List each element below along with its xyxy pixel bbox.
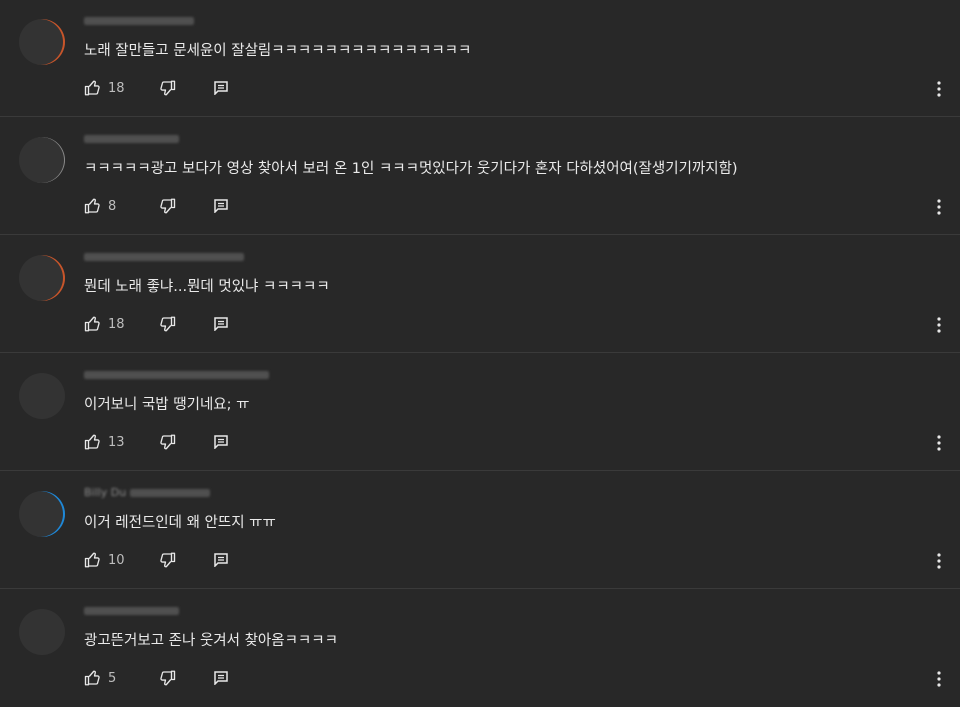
thumbs-up-icon[interactable] [84,315,102,333]
comment-item: Billy Du 이거 레전드인데 왜 안뜨지 ㅠㅠ 10 [0,472,960,589]
avatar[interactable] [19,137,65,183]
author-name-redacted[interactable] [84,14,194,27]
redaction-bar [84,17,194,25]
thumbs-up-icon[interactable] [84,79,102,97]
more-options-icon[interactable] [936,317,942,333]
comment-text: 노래 잘만들고 문세윤이 잘살림ㅋㅋㅋㅋㅋㅋㅋㅋㅋㅋㅋㅋㅋㅋㅋ [84,43,472,59]
thumbs-down-icon[interactable] [158,315,176,333]
avatar[interactable] [19,19,65,65]
redaction-bar [84,607,179,615]
more-options-icon[interactable] [936,671,942,687]
author-name-redacted[interactable] [84,132,179,145]
comment-text: 이거 레전드인데 왜 안뜨지 ㅠㅠ [84,515,276,531]
author-name-fragment: Billy Du [84,486,127,499]
author-name-redacted[interactable] [84,604,179,617]
thumbs-down-icon[interactable] [158,197,176,215]
like-count: 8 [108,199,117,214]
avatar[interactable] [19,373,65,419]
redaction-bar [84,135,179,143]
avatar[interactable] [19,491,65,537]
redaction-bar [129,489,210,497]
reply-icon[interactable] [214,199,228,213]
comment-actions: 8 [84,197,944,219]
redaction-bar [84,253,244,261]
comment-actions: 18 [84,315,944,337]
comment-item: 광고뜬거보고 존나 웃겨서 찾아옴ㅋㅋㅋㅋ 5 [0,590,960,707]
comment-item: 노래 잘만들고 문세윤이 잘살림ㅋㅋㅋㅋㅋㅋㅋㅋㅋㅋㅋㅋㅋㅋㅋ 18 [0,0,960,117]
comment-actions: 13 [84,433,944,455]
author-name-redacted[interactable] [84,368,269,381]
thumbs-up-icon[interactable] [84,669,102,687]
thumbs-down-icon[interactable] [158,669,176,687]
avatar[interactable] [19,609,65,655]
redaction-bar [84,371,269,379]
thumbs-down-icon[interactable] [158,433,176,451]
reply-icon[interactable] [214,553,228,567]
like-count: 18 [108,317,125,332]
comment-actions: 5 [84,669,944,691]
comment-list: 노래 잘만들고 문세윤이 잘살림ㅋㅋㅋㅋㅋㅋㅋㅋㅋㅋㅋㅋㅋㅋㅋ 18 ㅋㅋㅋㅋㅋ… [0,0,960,701]
reply-icon[interactable] [214,671,228,685]
reply-icon[interactable] [214,435,228,449]
thumbs-up-icon[interactable] [84,197,102,215]
more-options-icon[interactable] [936,553,942,569]
more-options-icon[interactable] [936,435,942,451]
comment-text: 이거보니 국밥 땡기네요; ㅠ [84,397,250,413]
thumbs-up-icon[interactable] [84,433,102,451]
reply-icon[interactable] [214,317,228,331]
like-count: 10 [108,553,125,568]
comment-text: 뭔데 노래 좋냐...뭔데 멋있냐 ㅋㅋㅋㅋㅋ [84,279,330,295]
more-options-icon[interactable] [936,81,942,97]
comment-item: ㅋㅋㅋㅋㅋ광고 보다가 영상 찾아서 보러 온 1인 ㅋㅋㅋ멋있다가 웃기다가 … [0,118,960,235]
like-count: 5 [108,671,117,686]
comment-actions: 18 [84,79,944,101]
like-count: 13 [108,435,125,450]
comment-item: 이거보니 국밥 땡기네요; ㅠ 13 [0,354,960,471]
comment-text: ㅋㅋㅋㅋㅋ광고 보다가 영상 찾아서 보러 온 1인 ㅋㅋㅋ멋있다가 웃기다가 … [84,161,738,177]
thumbs-down-icon[interactable] [158,79,176,97]
like-count: 18 [108,81,125,96]
comment-actions: 10 [84,551,944,573]
thumbs-down-icon[interactable] [158,551,176,569]
comment-text: 광고뜬거보고 존나 웃겨서 찾아옴ㅋㅋㅋㅋ [84,633,338,649]
reply-icon[interactable] [214,81,228,95]
avatar[interactable] [19,255,65,301]
thumbs-up-icon[interactable] [84,551,102,569]
more-options-icon[interactable] [936,199,942,215]
comment-item: 뭔데 노래 좋냐...뭔데 멋있냐 ㅋㅋㅋㅋㅋ 18 [0,236,960,353]
author-name-redacted[interactable] [84,250,244,263]
author-name-redacted[interactable]: Billy Du [84,486,210,499]
